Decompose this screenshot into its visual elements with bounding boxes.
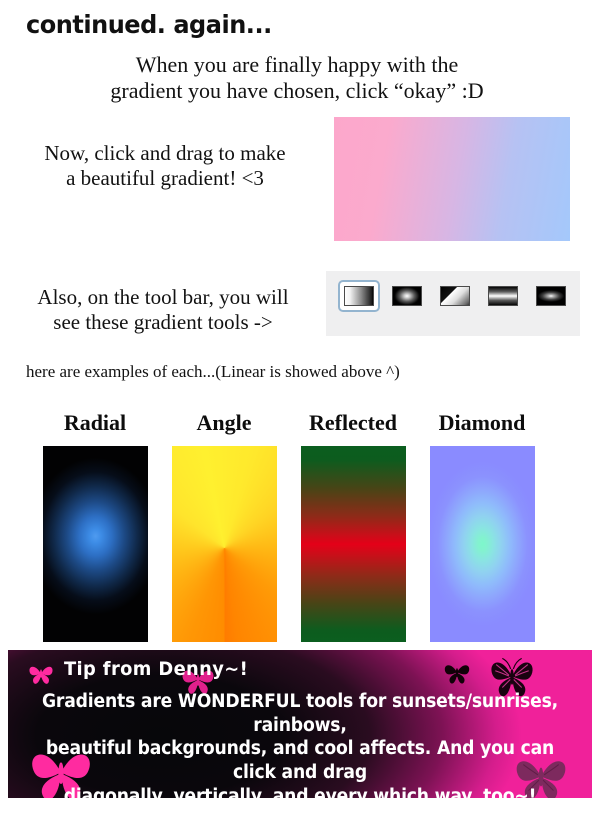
tip-banner-content: Tip from Denny~! Gradients are WONDERFUL… (8, 650, 592, 798)
gradient-tool-angle-button[interactable] (434, 280, 476, 312)
example-swatch-angle (172, 446, 277, 642)
gradient-tool-diamond-button[interactable] (530, 280, 572, 312)
reflected-gradient-icon (488, 286, 518, 306)
page-title: continued. again... (26, 10, 272, 39)
example-swatch-reflected (301, 446, 406, 642)
example-label-reflected: Reflected (309, 410, 397, 435)
tip-banner: Tip from Denny~! Gradients are WONDERFUL… (8, 650, 592, 798)
tip-banner-body: Gradients are WONDERFUL tools for sunset… (41, 691, 559, 798)
linear-gradient-demo-swatch (334, 117, 570, 241)
gradient-tool-radial-button[interactable] (386, 280, 428, 312)
drag-instruction-text: Now, click and drag to make a beautiful … (44, 141, 286, 190)
gradient-tool-linear-button[interactable] (338, 280, 380, 312)
gradient-toolbar-panel (326, 271, 580, 336)
example-swatch-radial (43, 446, 148, 642)
linear-gradient-icon (344, 286, 374, 306)
angle-gradient-icon (440, 286, 470, 306)
tip-banner-title: Tip from Denny~! (64, 658, 249, 680)
butterfly-icon (444, 665, 470, 684)
gradient-tool-reflected-button[interactable] (482, 280, 524, 312)
example-label-diamond: Diamond (438, 410, 526, 435)
example-label-radial: Radial (63, 410, 127, 435)
toolbar-instruction-text: Also, on the tool bar, you will see thes… (37, 285, 289, 334)
gradient-tool-buttons (338, 280, 572, 312)
example-swatch-diamond (430, 446, 535, 642)
butterfly-icon (29, 666, 53, 684)
examples-note-text: here are examples of each...(Linear is s… (26, 362, 400, 381)
example-label-angle: Angle (196, 410, 252, 435)
radial-gradient-icon (392, 286, 422, 306)
diamond-gradient-icon (536, 286, 566, 306)
intro-instruction-text: When you are finally happy with the grad… (110, 52, 484, 103)
